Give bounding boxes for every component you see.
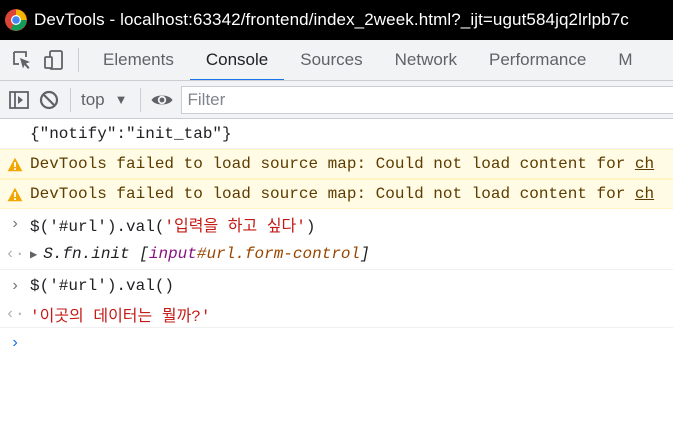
- console-prompt[interactable]: ›: [0, 328, 673, 358]
- console-output: {"notify":"init_tab"} DevTools failed to…: [0, 119, 673, 430]
- warning-text: DevTools failed to load source map: Coul…: [30, 185, 635, 203]
- console-result-message: ‹· ▶ S.fn.init [input#url.form-control]: [0, 238, 673, 270]
- console-warning-message: DevTools failed to load source map: Coul…: [0, 149, 673, 179]
- result-arrow-icon: ‹·: [5, 305, 25, 323]
- command-code[interactable]: $('#url').val(): [30, 277, 673, 295]
- expand-triangle-icon[interactable]: ▶: [30, 248, 37, 262]
- log-text: {"notify":"init_tab"}: [30, 124, 232, 143]
- live-expression-button[interactable]: [147, 85, 177, 115]
- console-warning-message: DevTools failed to load source map: Coul…: [0, 179, 673, 209]
- result-object-name: S.fn.init: [43, 244, 130, 263]
- sidebar-toggle-icon: [9, 90, 29, 109]
- source-link[interactable]: ch: [635, 185, 654, 203]
- command-chevron-icon: ›: [10, 214, 20, 233]
- clear-console-icon: [39, 90, 59, 109]
- console-command-message: › $('#url').val(): [0, 270, 673, 301]
- result-arrow-icon: ‹·: [5, 244, 25, 263]
- command-string-arg: '입력을 하고 싶다': [164, 217, 306, 236]
- console-command-message: › $('#url').val('입력을 하고 싶다'): [0, 209, 673, 238]
- command-chevron-icon: ›: [10, 276, 20, 295]
- console-log-message: {"notify":"init_tab"}: [0, 119, 673, 149]
- device-toolbar-button[interactable]: [38, 40, 70, 80]
- tab-console[interactable]: Console: [189, 40, 285, 80]
- result-string: '이곳의 데이터는 뭘까?': [30, 308, 211, 326]
- tab-elements[interactable]: Elements: [87, 40, 190, 80]
- tabbar-divider: [78, 48, 79, 72]
- chevron-down-icon: ▼: [114, 92, 128, 107]
- command-code: ): [305, 217, 316, 236]
- tab-performance[interactable]: Performance: [473, 40, 602, 80]
- result-id: #url: [196, 244, 236, 263]
- prompt-chevron-icon: ›: [10, 334, 20, 352]
- tab-network[interactable]: Network: [379, 40, 473, 80]
- filter-input[interactable]: Filter: [180, 85, 673, 114]
- device-toggle-icon: [44, 50, 63, 70]
- chrome-logo-icon: [5, 9, 27, 31]
- context-selector[interactable]: top ▼: [77, 90, 134, 110]
- warning-icon: [7, 187, 23, 201]
- toolbar-divider: [70, 87, 71, 112]
- source-link[interactable]: ch: [635, 155, 654, 173]
- tab-sources[interactable]: Sources: [284, 40, 378, 80]
- toolbar-divider: [139, 87, 141, 112]
- warning-text: DevTools failed to load source map: Coul…: [30, 155, 635, 173]
- inspect-cursor-icon: [13, 51, 30, 69]
- inspect-element-button[interactable]: [6, 40, 38, 80]
- clear-console-button[interactable]: [34, 85, 64, 115]
- tab-memory[interactable]: M: [602, 40, 648, 80]
- warning-icon: [7, 157, 23, 171]
- console-result-message: ‹· '이곳의 데이터는 뭘까?': [0, 301, 673, 328]
- result-class: .form-control: [235, 244, 361, 263]
- console-toolbar: top ▼ Filter: [0, 81, 673, 119]
- eye-icon: [151, 95, 173, 104]
- result-tag: input: [148, 244, 197, 263]
- context-label: top: [81, 89, 105, 109]
- command-code: $('#url').val(: [30, 217, 165, 236]
- window-titlebar: DevTools - localhost:63342/frontend/inde…: [0, 0, 673, 40]
- window-title: DevTools - localhost:63342/frontend/inde…: [34, 10, 629, 29]
- devtools-tabbar: Elements Console Sources Network Perform…: [0, 40, 673, 81]
- show-sidebar-button[interactable]: [4, 85, 34, 115]
